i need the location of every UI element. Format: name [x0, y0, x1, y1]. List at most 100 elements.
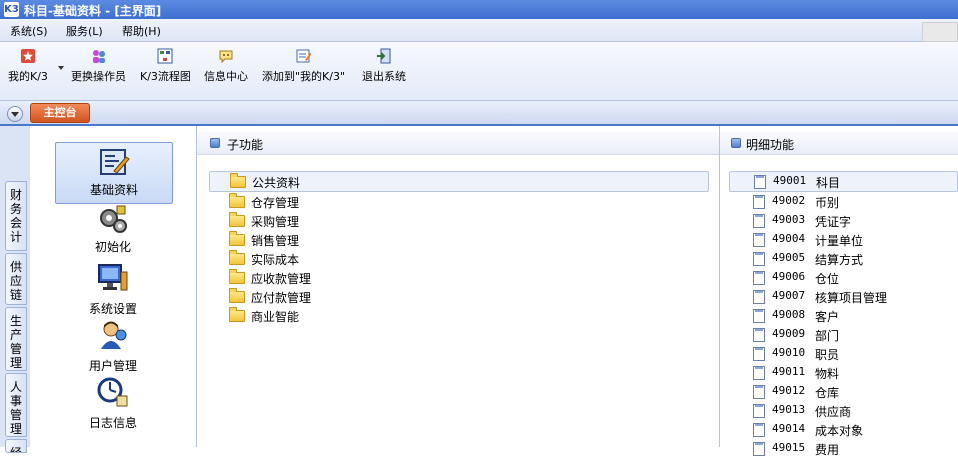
detail-item[interactable]: 49006 仓位	[729, 268, 958, 287]
side-tab-production[interactable]: 生产管理	[5, 307, 27, 371]
title-bar: K3 科目-基础资料 - [主界面]	[0, 0, 958, 19]
tab-main-console[interactable]: 主控台	[30, 103, 90, 123]
document-icon	[753, 328, 765, 342]
detail-item-name: 物料	[815, 367, 840, 381]
folder-item-public-data[interactable]: 公共资料	[209, 171, 709, 192]
detail-item[interactable]: 49004 计量单位	[729, 230, 958, 249]
subfunction-panel: 子功能 公共资料 仓存管理 采购管理 销售管理 实际成本 应收款管理 应付款管理…	[197, 126, 720, 447]
my-k3-dropdown-icon[interactable]	[58, 66, 64, 70]
message-icon	[219, 50, 233, 64]
detail-list: 49001 科目 49002 币别 49003 凭证字 49004 计量单位 49005 结算方式…	[729, 171, 958, 458]
detail-item[interactable]: 49003 凭证字	[729, 211, 958, 230]
document-icon	[753, 366, 765, 380]
document-icon	[753, 423, 765, 437]
menu-system[interactable]: 系统(S)	[10, 23, 48, 39]
exit-icon	[377, 48, 391, 64]
detail-item-name: 结算方式	[815, 253, 864, 267]
detail-item[interactable]: 49014 成本对象	[729, 420, 958, 439]
side-tab-more[interactable]: 经	[5, 439, 27, 453]
module-user-management[interactable]: 用户管理	[55, 319, 171, 373]
add-favorite-icon	[296, 49, 312, 63]
log-icon	[97, 377, 128, 407]
side-tab-supply-chain[interactable]: 供应链	[5, 253, 27, 305]
module-basic-data[interactable]: 基础资料	[55, 142, 173, 204]
star-icon	[20, 49, 35, 63]
detail-item[interactable]: 49009 部门	[729, 325, 958, 344]
document-icon	[754, 175, 766, 189]
detail-item[interactable]: 49011 物料	[729, 363, 958, 382]
detail-function-panel: 明细功能 49001 科目 49002 币别 49003 凭证字 49004 计量单位 4900…	[720, 126, 958, 457]
document-icon	[753, 233, 765, 247]
folder-icon	[229, 231, 245, 246]
detail-item-code: 49006	[772, 270, 806, 283]
module-initialize[interactable]: 初始化	[55, 204, 171, 256]
collapse-tabs-icon[interactable]	[7, 106, 23, 122]
detail-item[interactable]: 49001 科目	[729, 171, 958, 192]
k3-flowchart-button[interactable]: K/3流程图	[140, 48, 191, 84]
detail-item[interactable]: 49008 客户	[729, 306, 958, 325]
folder-item[interactable]: 应收款管理	[209, 268, 709, 287]
detail-item-code: 49015	[772, 441, 806, 454]
menu-bar: 系统(S) 服务(L) 帮助(H)	[0, 19, 958, 42]
detail-item-name: 核算项目管理	[815, 291, 888, 305]
exit-system-button[interactable]: 退出系统	[362, 48, 406, 84]
detail-item-name: 仓库	[815, 386, 840, 400]
detail-item-code: 49010	[772, 346, 806, 359]
detail-item-code: 49012	[772, 384, 806, 397]
module-panel: 基础资料 初始化 系统设置 用户管理 日志信息	[30, 126, 197, 447]
folder-item[interactable]: 销售管理	[209, 230, 709, 249]
folder-item[interactable]: 采购管理	[209, 211, 709, 230]
subfunction-title: 子功能	[227, 138, 264, 152]
module-log-info[interactable]: 日志信息	[55, 376, 171, 430]
header-bullet-icon	[731, 138, 741, 148]
detail-item-code: 49009	[772, 327, 806, 340]
my-k3-button[interactable]: 我的K/3	[8, 48, 48, 84]
detail-item-code: 49001	[773, 174, 807, 187]
folder-icon	[230, 173, 246, 188]
menu-service[interactable]: 服务(L)	[66, 23, 103, 39]
k3-logo-icon: K3	[4, 2, 19, 17]
document-icon	[753, 404, 765, 418]
detail-item[interactable]: 49005 结算方式	[729, 249, 958, 268]
detail-item-name: 仓位	[815, 272, 840, 286]
detail-item-code: 49011	[772, 365, 806, 378]
subfunction-header: 子功能	[197, 132, 719, 155]
detail-item[interactable]: 49007 核算项目管理	[729, 287, 958, 306]
detail-item[interactable]: 49010 职员	[729, 344, 958, 363]
document-icon	[753, 442, 765, 456]
folder-item[interactable]: 实际成本	[209, 249, 709, 268]
system-settings-icon	[98, 264, 128, 291]
detail-item[interactable]: 49013 供应商	[729, 401, 958, 420]
detail-item[interactable]: 49015 费用	[729, 439, 958, 458]
tab-strip: 主控台	[0, 101, 958, 126]
detail-item-name: 计量单位	[815, 234, 864, 248]
flowchart-icon	[157, 48, 173, 64]
document-icon	[753, 214, 765, 228]
detail-item-code: 49003	[772, 213, 806, 226]
document-icon	[753, 252, 765, 266]
module-system-settings[interactable]: 系统设置	[55, 262, 171, 316]
detail-item[interactable]: 49012 仓库	[729, 382, 958, 401]
detail-item-name: 凭证字	[815, 215, 852, 229]
user-management-icon	[101, 321, 127, 349]
folder-item[interactable]: 商业智能	[209, 306, 709, 325]
folder-item[interactable]: 仓存管理	[209, 192, 709, 211]
menu-right-box	[922, 22, 958, 42]
side-tab-hr[interactable]: 人事管理	[5, 373, 27, 437]
detail-item-name: 币别	[815, 196, 840, 210]
folder-item[interactable]: 应付款管理	[209, 287, 709, 306]
header-bullet-icon	[210, 138, 220, 148]
detail-item-code: 49005	[772, 251, 806, 264]
side-tab-finance[interactable]: 财务会计	[5, 181, 27, 251]
add-to-my-k3-button[interactable]: 添加到"我的K/3"	[262, 48, 345, 84]
detail-item[interactable]: 49002 币别	[729, 192, 958, 211]
detail-item-code: 49008	[772, 308, 806, 321]
switch-operator-button[interactable]: 更换操作员	[71, 48, 126, 84]
folder-icon	[229, 288, 245, 303]
menu-help[interactable]: 帮助(H)	[122, 23, 161, 39]
detail-item-code: 49013	[772, 403, 806, 416]
info-center-button[interactable]: 信息中心	[204, 48, 248, 84]
document-icon	[753, 385, 765, 399]
detail-header: 明细功能	[720, 132, 958, 155]
document-icon	[753, 347, 765, 361]
